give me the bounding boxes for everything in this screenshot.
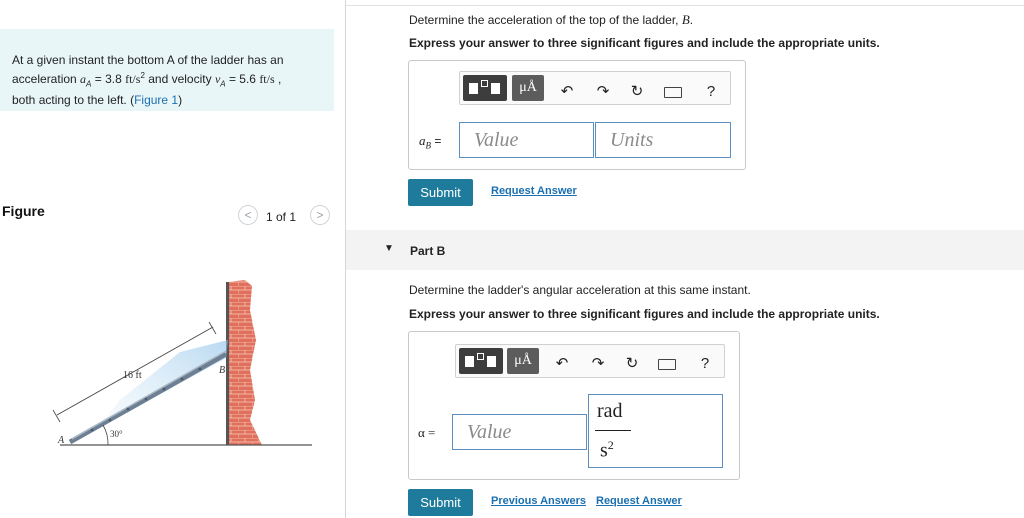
part-b-header[interactable] bbox=[346, 230, 1024, 270]
ladder-rail-outer bbox=[68, 351, 228, 445]
part-b-label: Part B bbox=[410, 244, 446, 258]
part-b-previous-answers-link[interactable]: Previous Answers bbox=[491, 495, 586, 507]
angle-arc bbox=[102, 424, 109, 446]
part-b-units-input[interactable]: rad s2 bbox=[588, 394, 723, 468]
problem-statement: At a given instant the bottom A of the l… bbox=[12, 52, 327, 108]
part-a-question: Determine the acceleration of the top of… bbox=[409, 12, 694, 27]
figure-link[interactable]: Figure 1 bbox=[134, 93, 178, 107]
part-a-request-answer-link[interactable]: Request Answer bbox=[491, 185, 577, 197]
help-icon[interactable]: ? bbox=[702, 83, 720, 101]
part-a-variable-label: aB = bbox=[419, 133, 442, 151]
fraction-bar bbox=[595, 430, 631, 431]
part-b-variable-label: α = bbox=[418, 425, 436, 440]
keyboard-icon[interactable] bbox=[658, 359, 676, 370]
help-icon[interactable]: ? bbox=[696, 355, 714, 373]
part-b-question: Determine the ladder's angular accelerat… bbox=[409, 283, 751, 297]
figure-next-button[interactable]: > bbox=[310, 205, 330, 225]
ladder-rail-inner bbox=[71, 350, 227, 440]
label-angle: 30° bbox=[110, 429, 123, 439]
label-point-b: B bbox=[219, 365, 225, 376]
problem-line-1: At a given instant the bottom A of the l… bbox=[12, 53, 284, 67]
ladder-figure: 16 ft 30° A B bbox=[52, 280, 312, 446]
top-divider bbox=[346, 5, 1024, 6]
problem-line-3: both acting to the left. (Figure 1) bbox=[12, 93, 183, 108]
unit-denominator: s2 bbox=[600, 438, 614, 462]
part-a-value-input[interactable]: Value bbox=[459, 122, 594, 158]
redo-icon[interactable]: ↷ bbox=[589, 355, 607, 373]
label-length: 16 ft bbox=[123, 370, 142, 381]
templates-icon[interactable] bbox=[459, 348, 503, 374]
part-b-submit-button[interactable]: Submit bbox=[408, 489, 473, 516]
undo-icon[interactable]: ↶ bbox=[553, 355, 571, 373]
part-a-instruction: Express your answer to three significant… bbox=[409, 36, 880, 50]
collapse-caret-icon[interactable]: ▼ bbox=[384, 243, 394, 254]
reset-icon[interactable]: ↻ bbox=[628, 83, 646, 101]
label-point-a: A bbox=[57, 435, 65, 446]
part-a-submit-button[interactable]: Submit bbox=[408, 179, 473, 206]
keyboard-icon[interactable] bbox=[664, 87, 682, 98]
figure-prev-button[interactable]: < bbox=[238, 205, 258, 225]
part-b-instruction: Express your answer to three significant… bbox=[409, 307, 880, 321]
problem-line-2: acceleration aA = 3.8 ft/s2 and velocity… bbox=[12, 71, 282, 89]
units-symbol-icon[interactable]: μÅ bbox=[512, 75, 544, 101]
templates-icon[interactable] bbox=[463, 75, 507, 101]
part-a-units-input[interactable]: Units bbox=[595, 122, 731, 158]
brick-wall bbox=[228, 280, 262, 445]
figure-pager-text: 1 of 1 bbox=[266, 210, 297, 224]
unit-numerator: rad bbox=[597, 400, 623, 422]
part-b-request-answer-link[interactable]: Request Answer bbox=[596, 495, 682, 507]
units-symbol-icon[interactable]: μÅ bbox=[507, 348, 539, 374]
redo-icon[interactable]: ↷ bbox=[594, 83, 612, 101]
figure-heading: Figure bbox=[2, 203, 45, 219]
undo-icon[interactable]: ↶ bbox=[558, 83, 576, 101]
part-b-value-input[interactable]: Value bbox=[452, 414, 587, 450]
reset-icon[interactable]: ↻ bbox=[623, 355, 641, 373]
